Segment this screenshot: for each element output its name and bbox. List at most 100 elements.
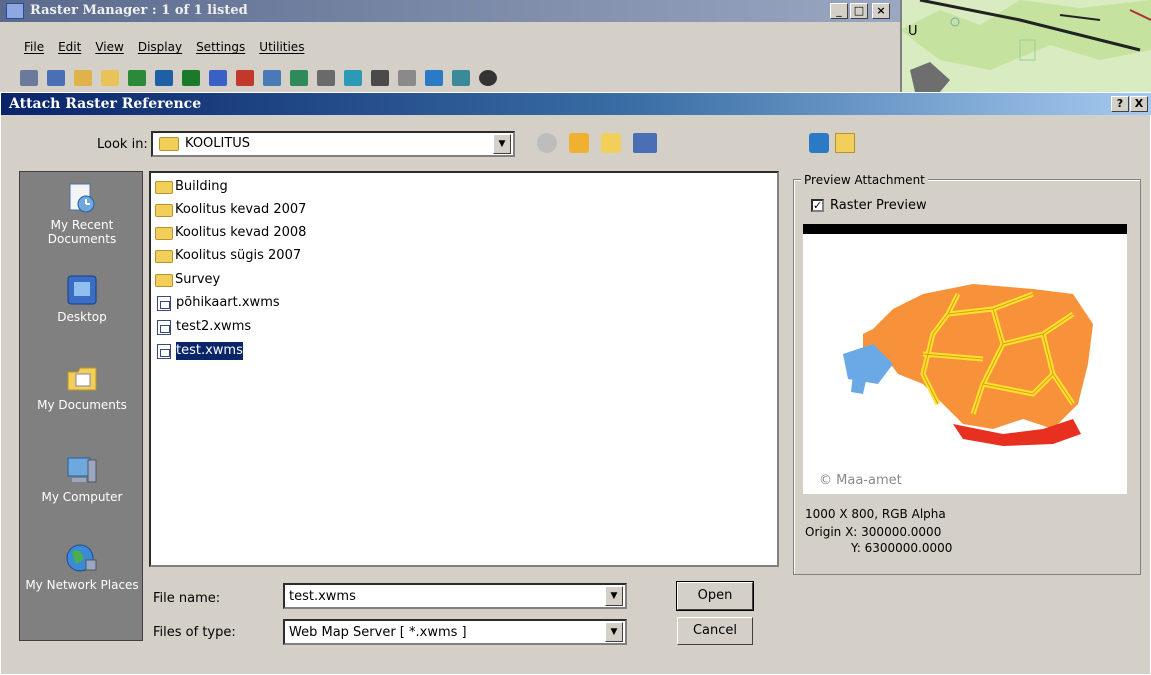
list-item-selected[interactable]: test.xwms — [155, 341, 244, 361]
mask-icon[interactable] — [290, 70, 308, 86]
toolbar — [20, 66, 820, 90]
place-label: My Computer — [41, 490, 123, 504]
display-icon[interactable] — [155, 70, 173, 86]
places-bar: My Recent Documents Desktop My Documents… — [19, 171, 143, 641]
edit-icon[interactable] — [209, 70, 227, 86]
list-view-icon[interactable] — [47, 70, 65, 86]
folder-icon — [155, 226, 173, 240]
copyright-text: © Maa-amet — [819, 473, 902, 488]
chevron-down-icon[interactable]: ▼ — [605, 622, 623, 642]
maximize-button[interactable]: □ — [850, 3, 868, 19]
layer-icon[interactable] — [182, 70, 200, 86]
preview-image — [803, 224, 1127, 494]
menu-display[interactable]: Display — [138, 40, 182, 58]
background-map: U — [900, 0, 1151, 92]
folder-icon — [155, 203, 173, 217]
place-network[interactable]: My Network Places — [20, 542, 144, 592]
view-menu-icon[interactable] — [633, 133, 657, 153]
delete-icon[interactable] — [236, 70, 254, 86]
origin-x-info: Origin X: 300000.0000 — [805, 525, 942, 539]
chevron-down-icon[interactable]: ▼ — [493, 134, 511, 154]
recent-documents-icon — [66, 182, 98, 214]
preview-toolbar — [809, 133, 855, 153]
new-folder-icon[interactable] — [601, 133, 621, 153]
raster-size-info: 1000 X 800, RGB Alpha — [805, 507, 946, 521]
folder-icon — [155, 273, 173, 287]
help-button[interactable]: ? — [1111, 96, 1129, 112]
list-item[interactable]: põhikaart.xwms — [155, 293, 280, 313]
menu-edit[interactable]: Edit — [58, 40, 81, 58]
map-graphic — [900, 0, 1151, 92]
preview-mode-icon[interactable] — [809, 133, 829, 153]
folder-icon — [159, 137, 179, 151]
menu-utilities[interactable]: Utilities — [259, 40, 304, 58]
folder-icon[interactable] — [101, 70, 119, 86]
checkbox-icon[interactable]: ✓ — [811, 199, 824, 212]
raster-preview-checkbox[interactable]: ✓ Raster Preview — [811, 198, 927, 213]
warp-icon[interactable] — [371, 70, 389, 86]
cancel-button[interactable]: Cancel — [677, 617, 753, 645]
navigation-toolbar — [537, 133, 657, 153]
menu-file[interactable]: File — [24, 40, 44, 58]
list-item[interactable]: Survey — [155, 270, 220, 290]
file-type-select[interactable]: Web Map Server [ *.xwms ] ▼ — [283, 619, 627, 645]
dialog-close-button[interactable]: X — [1130, 96, 1148, 112]
attach-raster-dialog: Attach Raster Reference ? X Look in: KOO… — [0, 92, 1151, 675]
network-places-icon — [66, 542, 98, 574]
up-folder-icon[interactable] — [569, 133, 589, 153]
place-recent-documents[interactable]: My Recent Documents — [20, 182, 144, 246]
chevron-down-icon[interactable]: ▼ — [605, 586, 623, 606]
list-item[interactable]: Koolitus kevad 2007 — [155, 200, 306, 220]
map-label: U — [908, 24, 918, 39]
histogram-icon[interactable] — [425, 70, 443, 86]
tree-view-icon[interactable] — [20, 70, 38, 86]
fit-icon[interactable] — [128, 70, 146, 86]
raster-manager-window: Raster Manager : 1 of 1 listed _ □ × Fil… — [0, 0, 902, 92]
open-button[interactable]: Open — [676, 581, 754, 611]
place-desktop[interactable]: Desktop — [20, 274, 144, 324]
menu-bar: File Edit View Display Settings Utilitie… — [0, 40, 304, 58]
xwms-file-icon — [157, 319, 171, 335]
place-label: My Documents — [37, 398, 127, 412]
file-type-value: Web Map Server [ *.xwms ] — [289, 625, 467, 640]
place-my-computer[interactable]: My Computer — [20, 454, 144, 504]
menu-settings[interactable]: Settings — [196, 40, 245, 58]
back-icon[interactable] — [537, 133, 557, 153]
look-in-combo[interactable]: KOOLITUS ▼ — [151, 131, 515, 157]
crop-icon[interactable] — [398, 70, 416, 86]
origin-y-info: Y: 6300000.0000 — [851, 541, 953, 555]
preview-group-label: Preview Attachment — [801, 173, 928, 187]
attach-icon[interactable] — [74, 70, 92, 86]
list-item[interactable]: Koolitus sügis 2007 — [155, 246, 301, 266]
place-my-documents[interactable]: My Documents — [20, 362, 144, 412]
my-computer-icon — [66, 454, 98, 486]
place-label: Desktop — [57, 310, 107, 324]
file-type-label: Files of type: — [153, 625, 236, 640]
app-logo-icon — [6, 3, 24, 19]
transform-icon[interactable] — [344, 70, 362, 86]
clip-icon[interactable] — [263, 70, 281, 86]
xwms-file-icon — [157, 295, 171, 311]
file-name-field[interactable]: test.xwms ▼ — [283, 583, 627, 609]
close-button[interactable]: × — [872, 3, 890, 19]
my-documents-icon — [66, 362, 98, 394]
raster-preview-label: Raster Preview — [830, 198, 927, 213]
place-label: My Recent Documents — [47, 218, 117, 246]
file-name-value: test.xwms — [289, 589, 356, 604]
time-icon[interactable] — [452, 70, 470, 86]
estonia-map-preview — [843, 284, 1093, 446]
file-list[interactable]: Building Koolitus kevad 2007 Koolitus ke… — [149, 171, 779, 567]
select-icon[interactable] — [317, 70, 335, 86]
list-item[interactable]: Building — [155, 177, 228, 197]
file-name-label: File name: — [153, 591, 221, 606]
dialog-title: Attach Raster Reference — [1, 93, 1151, 115]
list-item[interactable]: test2.xwms — [155, 317, 251, 337]
list-item[interactable]: Koolitus kevad 2008 — [155, 223, 306, 243]
minimize-button[interactable]: _ — [830, 3, 848, 19]
menu-view[interactable]: View — [95, 40, 123, 58]
xwms-file-icon — [157, 343, 171, 359]
contrast-icon[interactable] — [479, 70, 497, 86]
place-label: My Network Places — [25, 578, 139, 592]
preview-folder-icon[interactable] — [835, 133, 855, 153]
raster-manager-title: Raster Manager : 1 of 1 listed — [0, 0, 900, 22]
